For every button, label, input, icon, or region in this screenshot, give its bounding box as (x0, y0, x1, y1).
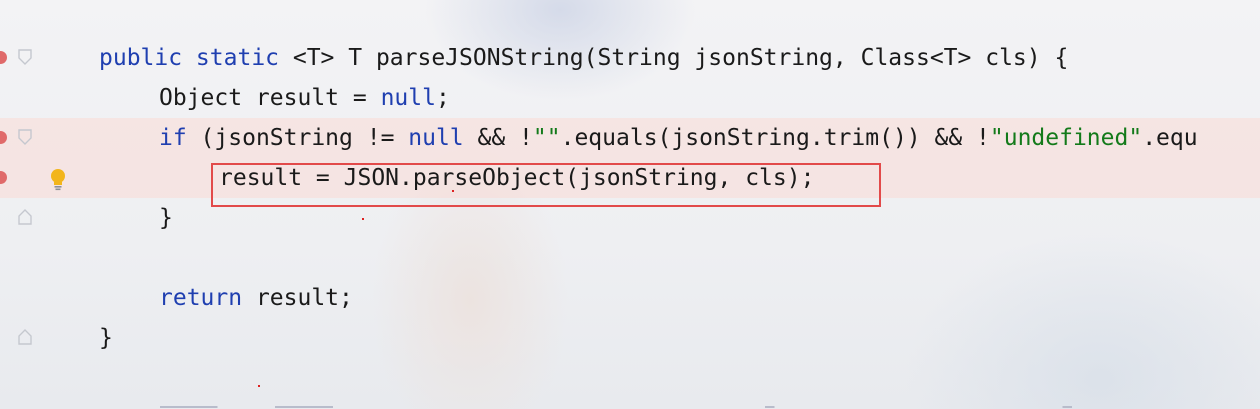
keyword-token: public static (99, 45, 280, 71)
code-text: } (99, 325, 113, 351)
highlight-box (211, 163, 881, 207)
string-token: "" (532, 125, 561, 151)
code-line-8[interactable]: } (0, 318, 1260, 358)
code-token: && ! (463, 125, 533, 151)
code-editor[interactable]: public static <T> T parseJSONString(Stri… (0, 0, 1260, 409)
code-line-1[interactable]: public static <T> T parseJSONString(Stri… (0, 38, 1260, 78)
fold-arrow-icon[interactable] (18, 49, 32, 65)
keyword-token: null (408, 125, 464, 151)
code-line-2[interactable]: Object result = null; (0, 78, 1260, 118)
keyword-token: if (159, 125, 187, 151)
stray-mark (452, 190, 454, 192)
clipped-next-line (160, 400, 1120, 409)
code-line-3[interactable]: if (jsonString != null && !"".equals(jso… (0, 118, 1260, 158)
code-text: if (jsonString != null && !"".equals(jso… (159, 118, 1198, 158)
stray-mark (362, 218, 364, 220)
code-text: return result; (159, 278, 353, 318)
code-token: .equals(jsonString.trim()) && ! (560, 125, 990, 151)
breakpoint-icon[interactable] (0, 131, 7, 144)
code-text: } (159, 205, 173, 231)
keyword-token: null (380, 85, 436, 111)
code-line-6[interactable] (0, 238, 1260, 278)
fold-end-icon[interactable] (18, 329, 32, 345)
code-text: Object result = null; (159, 78, 450, 118)
code-token: ; (435, 85, 450, 111)
code-line-7[interactable]: return result; (0, 278, 1260, 318)
stray-mark (258, 385, 260, 387)
code-token: <T> T parseJSONString(String jsonString,… (279, 45, 1069, 71)
breakpoint-icon[interactable] (0, 51, 7, 64)
keyword-token: return (159, 285, 243, 311)
code-token: (jsonString != (186, 125, 409, 151)
lightbulb-icon[interactable] (48, 167, 68, 191)
fold-arrow-icon[interactable] (18, 129, 32, 145)
code-token: .equ (1142, 125, 1198, 151)
code-token: result; (242, 285, 353, 311)
code-token: Object result = (159, 85, 381, 111)
string-token: "undefined" (989, 125, 1143, 151)
breakpoint-icon[interactable] (0, 171, 7, 184)
fold-end-icon[interactable] (18, 209, 32, 225)
code-text: public static <T> T parseJSONString(Stri… (99, 38, 1068, 78)
